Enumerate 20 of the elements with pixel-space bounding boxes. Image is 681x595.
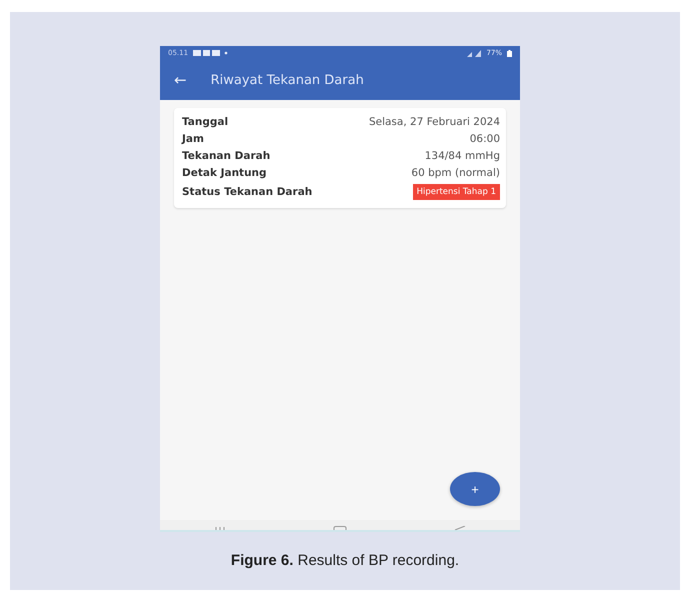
- field-label: Tekanan Darah: [182, 150, 270, 162]
- status-badge: Hipertensi Tahap 1: [412, 184, 500, 200]
- figure-caption: Figure 6. Results of BP recording.: [230, 552, 460, 569]
- battery-icon: [507, 50, 512, 56]
- field-value: 134/84 mmHg: [424, 150, 500, 162]
- field-value: Selasa, 27 Februari 2024: [368, 116, 500, 128]
- field-label: Detak Jantung: [182, 167, 267, 179]
- recents-icon[interactable]: [214, 526, 226, 530]
- back-icon[interactable]: [454, 526, 466, 530]
- home-icon[interactable]: [332, 526, 347, 530]
- back-button[interactable]: ←: [170, 71, 191, 89]
- field-value: 60 bpm (normal): [411, 167, 500, 179]
- field-label: Jam: [182, 133, 204, 145]
- field-label: Status Tekanan Darah: [182, 186, 312, 198]
- field-label: Tanggal: [182, 116, 228, 128]
- notification-icons: [193, 50, 230, 56]
- field-value: 06:00: [470, 133, 500, 145]
- signal-icon: [467, 50, 482, 56]
- screen-title: Riwayat Tekanan Darah: [210, 72, 364, 88]
- add-button[interactable]: +: [450, 472, 500, 506]
